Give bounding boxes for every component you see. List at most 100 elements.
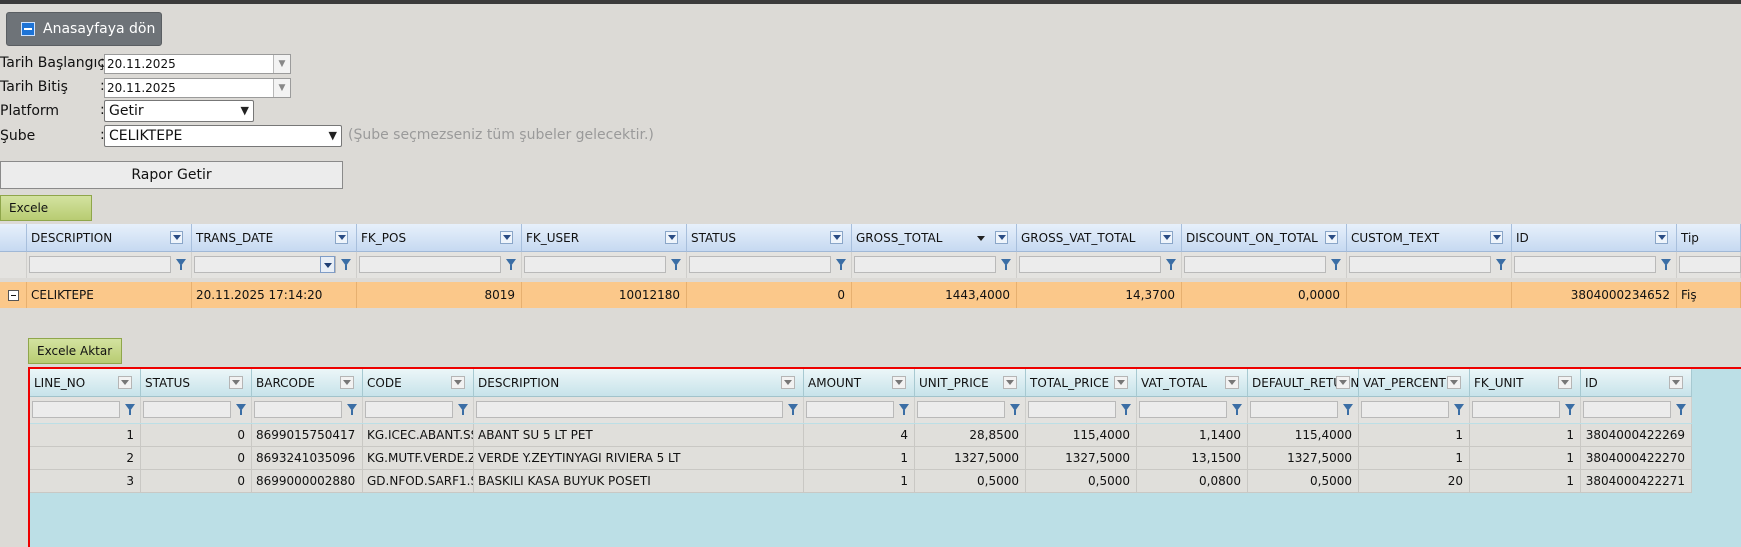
detail-column-header[interactable]: STATUS — [141, 369, 252, 397]
filter-icon[interactable] — [1342, 403, 1354, 417]
column-menu-icon[interactable] — [340, 376, 354, 389]
filter-icon[interactable] — [1453, 403, 1465, 417]
master-column-header[interactable]: GROSS_VAT_TOTAL — [1017, 224, 1182, 252]
platform-select[interactable]: Getir ▼ — [104, 100, 254, 122]
detail-column-header[interactable]: LINE_NO — [30, 369, 141, 397]
column-menu-icon[interactable] — [229, 376, 243, 389]
column-menu-icon[interactable] — [1447, 376, 1461, 389]
filter-icon[interactable] — [1120, 403, 1132, 417]
master-filter-input[interactable] — [1184, 256, 1326, 273]
detail-column-header[interactable]: UNIT_PRICE — [915, 369, 1026, 397]
master-column-header[interactable]: FK_POS — [357, 224, 522, 252]
detail-filter-input[interactable] — [143, 401, 231, 418]
back-home-button[interactable]: Anasayfaya dön — [6, 12, 162, 46]
master-column-header[interactable]: CUSTOM_TEXT — [1347, 224, 1512, 252]
detail-filter-input[interactable] — [1361, 401, 1449, 418]
filter-icon[interactable] — [175, 258, 187, 272]
master-column-header[interactable]: DISCOUNT_ON_TOTAL — [1182, 224, 1347, 252]
column-menu-icon[interactable] — [1225, 376, 1239, 389]
column-menu-icon[interactable] — [892, 376, 906, 389]
detail-filter-input[interactable] — [1250, 401, 1338, 418]
column-menu-icon[interactable] — [1003, 376, 1017, 389]
filter-icon[interactable] — [1675, 403, 1687, 417]
detail-column-header[interactable]: ID — [1581, 369, 1692, 397]
master-filter-input[interactable] — [689, 256, 831, 273]
detail-filter-input[interactable] — [806, 401, 894, 418]
filter-icon[interactable] — [898, 403, 910, 417]
get-report-button[interactable]: Rapor Getir — [0, 161, 343, 189]
detail-column-header[interactable]: FK_UNIT — [1470, 369, 1581, 397]
detail-column-header[interactable]: TOTAL_PRICE — [1026, 369, 1137, 397]
column-menu-icon[interactable] — [665, 231, 678, 244]
filter-icon[interactable] — [1009, 403, 1021, 417]
end-date-input[interactable]: 20.11.2025 ▼ — [104, 78, 291, 98]
column-menu-icon[interactable] — [1325, 231, 1338, 244]
detail-filter-input[interactable] — [1472, 401, 1560, 418]
filter-icon[interactable] — [124, 403, 136, 417]
filter-icon[interactable] — [235, 403, 247, 417]
detail-column-header[interactable]: AMOUNT — [804, 369, 915, 397]
detail-column-header[interactable]: DEFAULT_RETURN — [1248, 369, 1359, 397]
filter-icon[interactable] — [1660, 258, 1672, 272]
master-filter-input[interactable] — [854, 256, 996, 273]
column-menu-icon[interactable] — [995, 231, 1008, 244]
column-menu-icon[interactable] — [1655, 231, 1668, 244]
detail-filter-input[interactable] — [1028, 401, 1116, 418]
chevron-down-icon[interactable] — [320, 256, 335, 273]
master-column-header[interactable]: DESCRIPTION — [27, 224, 192, 252]
filter-icon[interactable] — [1165, 258, 1177, 272]
collapse-icon[interactable] — [8, 290, 19, 301]
master-filter-input[interactable] — [524, 256, 666, 273]
filter-icon[interactable] — [835, 258, 847, 272]
master-column-header[interactable]: ID — [1512, 224, 1677, 252]
detail-filter-input[interactable] — [365, 401, 453, 418]
detail-column-header[interactable]: VAT_PERCENT — [1359, 369, 1470, 397]
filter-icon[interactable] — [505, 258, 517, 272]
chevron-down-icon[interactable]: ▼ — [273, 55, 290, 73]
column-menu-icon[interactable] — [170, 231, 183, 244]
master-filter-input[interactable] — [29, 256, 171, 273]
column-menu-icon[interactable] — [1160, 231, 1173, 244]
master-filter-input[interactable] — [1349, 256, 1491, 273]
master-column-header[interactable]: STATUS — [687, 224, 852, 252]
column-menu-icon[interactable] — [1490, 231, 1503, 244]
filter-icon[interactable] — [1231, 403, 1243, 417]
column-menu-icon[interactable] — [1336, 376, 1350, 389]
column-menu-icon[interactable] — [118, 376, 132, 389]
master-column-header[interactable]: FK_USER — [522, 224, 687, 252]
detail-column-header[interactable]: VAT_TOTAL — [1137, 369, 1248, 397]
master-filter-input[interactable] — [194, 256, 336, 273]
filter-icon[interactable] — [346, 403, 358, 417]
filter-icon[interactable] — [1495, 258, 1507, 272]
export-excel-master-button[interactable]: Excele Aktar — [0, 195, 92, 239]
detail-filter-input[interactable] — [1139, 401, 1227, 418]
filter-icon[interactable] — [1564, 403, 1576, 417]
column-menu-icon[interactable] — [451, 376, 465, 389]
filter-icon[interactable] — [457, 403, 469, 417]
column-menu-icon[interactable] — [1669, 376, 1683, 389]
chevron-down-icon[interactable]: ▼ — [273, 79, 290, 97]
filter-icon[interactable] — [1000, 258, 1012, 272]
filter-icon[interactable] — [1330, 258, 1342, 272]
detail-column-header[interactable]: DESCRIPTION — [474, 369, 804, 397]
master-filter-input[interactable] — [1019, 256, 1161, 273]
export-excel-detail-button[interactable]: Excele Aktar — [28, 338, 122, 364]
detail-filter-input[interactable] — [1583, 401, 1671, 418]
detail-column-header[interactable]: CODE — [363, 369, 474, 397]
filter-icon[interactable] — [670, 258, 682, 272]
detail-filter-input[interactable] — [32, 401, 120, 418]
filter-icon[interactable] — [340, 258, 352, 272]
column-menu-icon[interactable] — [781, 376, 795, 389]
filter-icon[interactable] — [787, 403, 799, 417]
column-menu-icon[interactable] — [335, 231, 348, 244]
detail-filter-input[interactable] — [254, 401, 342, 418]
column-menu-icon[interactable] — [1558, 376, 1572, 389]
start-date-input[interactable]: 20.11.2025 ▼ — [104, 54, 291, 74]
master-column-header[interactable]: GROSS_TOTAL — [852, 224, 1017, 252]
detail-column-header[interactable]: BARCODE — [252, 369, 363, 397]
master-filter-input[interactable] — [1679, 256, 1741, 273]
column-menu-icon[interactable] — [830, 231, 843, 244]
master-column-header[interactable]: TRANS_DATE — [192, 224, 357, 252]
master-filter-input[interactable] — [359, 256, 501, 273]
detail-filter-input[interactable] — [917, 401, 1005, 418]
